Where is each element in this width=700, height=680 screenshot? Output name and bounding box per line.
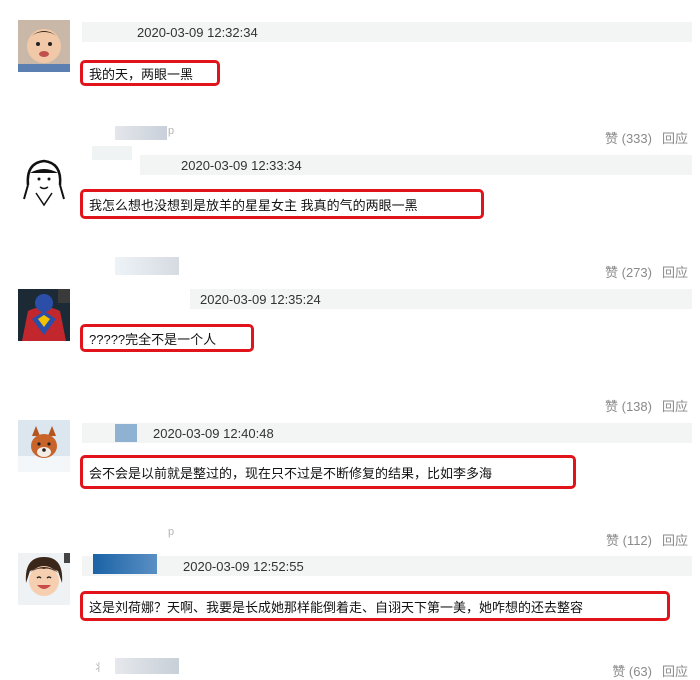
like-button[interactable]: 赞 (333) <box>605 131 652 146</box>
username-blur <box>115 126 167 140</box>
comment-actions: 赞 (138) 回应 <box>595 396 688 415</box>
comment-actions: 赞 (333) 回应 <box>595 128 688 147</box>
like-button[interactable]: 赞 (138) <box>605 399 652 414</box>
avatar[interactable] <box>18 289 70 341</box>
drawn-girl-avatar-icon <box>18 155 70 207</box>
comment-meta-bar <box>82 556 692 576</box>
superhero-avatar-icon <box>18 289 70 341</box>
timestamp: 2020-03-09 12:35:24 <box>200 292 321 307</box>
comment-text: 我怎么想也没想到是放羊的星星女主 我真的气的两眼一黑 <box>80 189 484 219</box>
username-blur <box>93 554 157 574</box>
reply-button[interactable]: 回应 <box>662 265 688 280</box>
comment-text: 这是刘荷娜？天啊、我要是长成她那样能倒着走、自诩天下第一美，她咋想的还去整容 <box>80 591 670 621</box>
smiling-girl-avatar-icon <box>18 553 70 605</box>
comment-text: ?????完全不是一个人 <box>80 324 254 352</box>
comment-text: 会不会是以前就是整过的，现在只不过是不断修复的结果，比如李多海 <box>80 455 576 489</box>
comment-actions: 赞 (112) 回应 <box>596 530 688 549</box>
username-hint: p <box>168 526 175 538</box>
username-blur <box>115 257 179 275</box>
like-button[interactable]: 赞 (273) <box>605 265 652 280</box>
avatar[interactable] <box>18 155 70 207</box>
timestamp: 2020-03-09 12:32:34 <box>137 25 258 40</box>
comment-text: 我的天，两眼一黑 <box>80 60 220 86</box>
timestamp: 2020-03-09 12:40:48 <box>153 426 274 441</box>
reply-button[interactable]: 回应 <box>662 399 688 414</box>
fox-in-snow-avatar-icon <box>18 420 70 472</box>
username-blur <box>92 146 132 160</box>
username-blur <box>115 658 179 674</box>
timestamp: 2020-03-09 12:52:55 <box>183 559 304 574</box>
avatar[interactable] <box>18 553 70 605</box>
timestamp: 2020-03-09 12:33:34 <box>181 158 302 173</box>
reply-button[interactable]: 回应 <box>662 131 688 146</box>
username-blur <box>115 424 137 442</box>
comment-actions: 赞 (63) 回应 <box>602 661 688 680</box>
username-hint: p <box>168 125 175 137</box>
username-hint: 丬 <box>93 662 104 674</box>
like-button[interactable]: 赞 (112) <box>606 533 652 548</box>
avatar[interactable] <box>18 20 70 72</box>
reply-button[interactable]: 回应 <box>662 533 688 548</box>
toddler-avatar-icon <box>18 20 70 72</box>
comment-actions: 赞 (273) 回应 <box>595 262 688 281</box>
avatar[interactable] <box>18 420 70 472</box>
